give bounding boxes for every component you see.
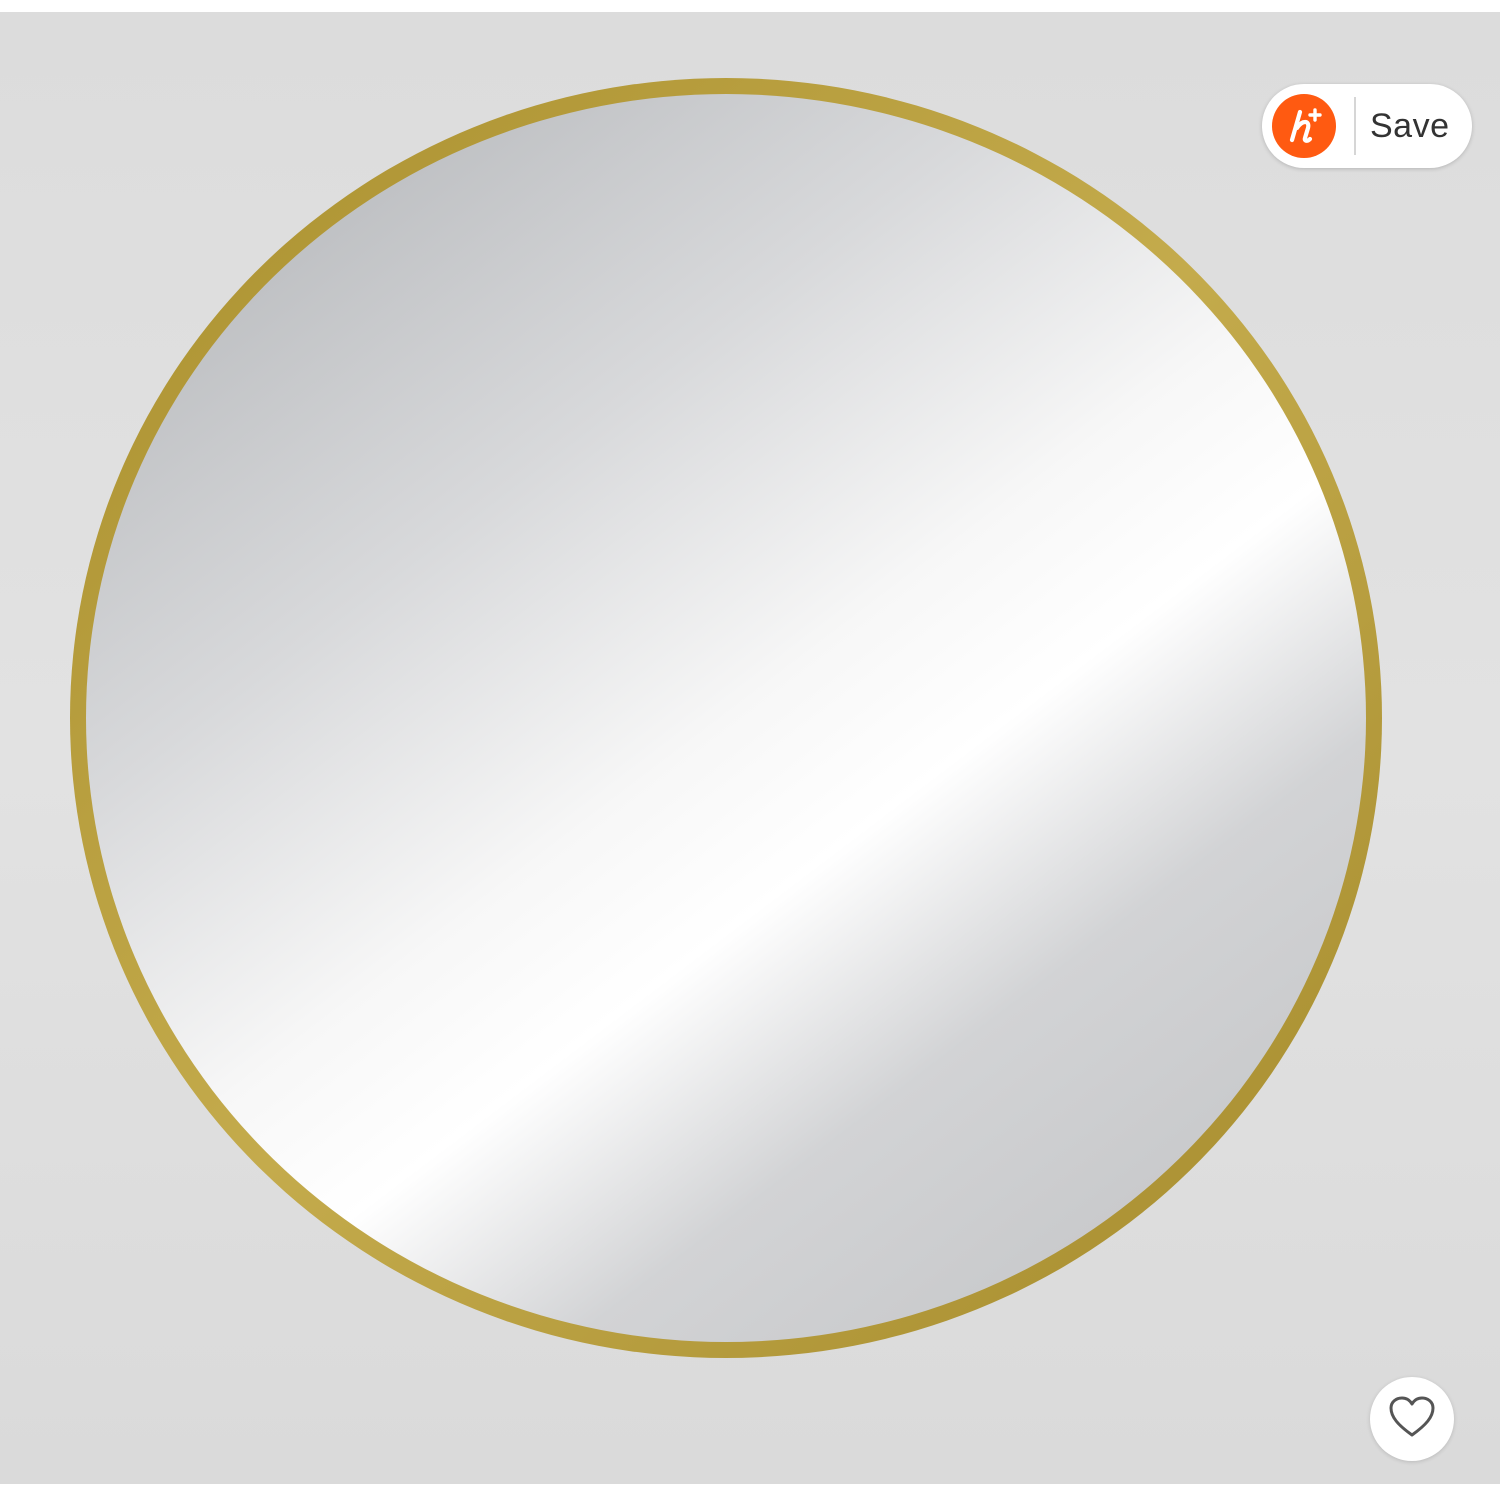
favorite-button[interactable] xyxy=(1370,1377,1454,1461)
round-mirror-icon xyxy=(70,78,1382,1358)
save-button[interactable]: Save xyxy=(1262,84,1472,168)
heart-outline-icon xyxy=(1388,1395,1436,1444)
houzz-h-plus-icon xyxy=(1272,94,1336,158)
save-label: Save xyxy=(1370,106,1450,145)
product-image-frame: Save xyxy=(0,12,1500,1484)
save-divider xyxy=(1354,97,1356,155)
mirror-glass xyxy=(86,94,1366,1342)
